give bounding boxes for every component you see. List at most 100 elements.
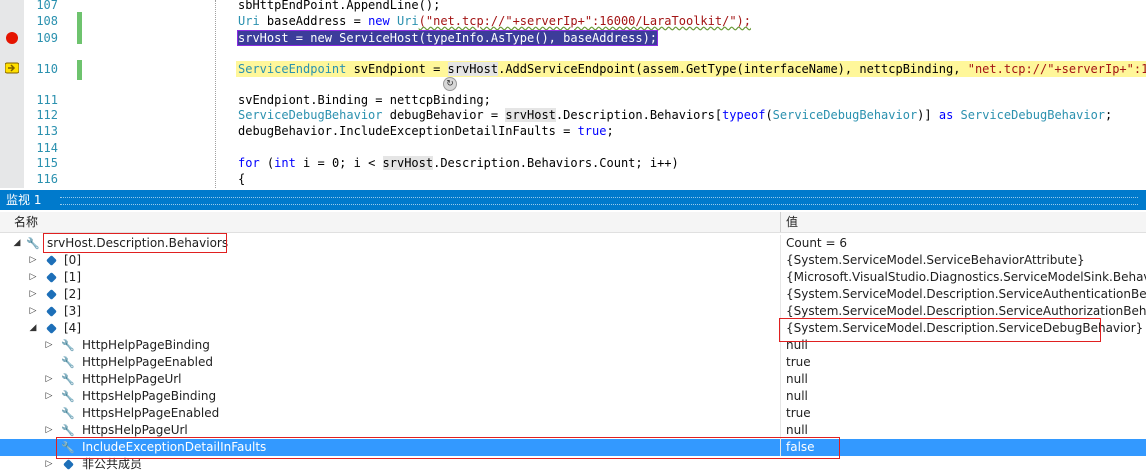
watch-name[interactable]: [1] [64, 269, 81, 286]
code-type: ServiceDebugBehavior [953, 108, 1106, 122]
column-value-header[interactable]: 值 [786, 212, 798, 232]
watch-row[interactable]: ▷ 🔧 HttpHelpPageUrl null [0, 371, 1146, 388]
code-editor[interactable]: 107 108 109 110 111 112 113 114 115 116 … [0, 0, 1146, 188]
column-divider [780, 303, 781, 320]
watch-title-bar[interactable]: 监视 1 [0, 190, 1146, 210]
expand-toggle-icon[interactable]: ▷ [28, 286, 38, 303]
code-text: .Description.Behaviors.Count; i++) [433, 156, 679, 170]
selected-reference[interactable]: srvHost [238, 31, 289, 45]
watch-name[interactable]: HttpsHelpPageUrl [82, 422, 188, 439]
watch-row[interactable]: ▷ [1] {Microsoft.VisualStudio.Diagnostic… [0, 269, 1146, 286]
collapse-toggle-icon[interactable]: ◢ [28, 320, 38, 337]
expand-toggle-icon[interactable]: ▷ [44, 456, 54, 473]
column-divider [780, 337, 781, 354]
code-type: Uri [238, 14, 260, 28]
code-text: svEndpiont.Binding = nettcpBinding; [238, 93, 491, 107]
watch-row[interactable]: ▷ [2] {System.ServiceModel.Description.S… [0, 286, 1146, 303]
expand-toggle-icon[interactable]: ▷ [28, 269, 38, 286]
wrench-icon: 🔧 [61, 339, 75, 352]
reference-highlight[interactable]: srvHost [505, 108, 556, 122]
watch-row[interactable]: ▷ 非公共成员 [0, 456, 1146, 473]
code-text: ( [765, 108, 773, 122]
breakpoint-margin[interactable] [0, 0, 24, 188]
column-divider [780, 405, 781, 422]
watch-name[interactable]: [3] [64, 303, 81, 320]
column-divider [780, 371, 781, 388]
code-text: debugBehavior = [382, 108, 506, 122]
watch-value[interactable]: false [786, 439, 815, 456]
watch-name[interactable]: HttpsHelpPageBinding [82, 388, 216, 405]
watch-value[interactable]: true [786, 354, 811, 371]
watch-name[interactable]: IncludeExceptionDetailInFaults [82, 439, 266, 456]
watch-value[interactable]: null [786, 371, 808, 388]
watch-value[interactable]: null [786, 388, 808, 405]
watch-value[interactable]: {System.ServiceModel.ServiceBehaviorAttr… [786, 252, 1085, 269]
watch-value[interactable]: true [786, 405, 811, 422]
code-keyword: true [577, 124, 607, 138]
watch-row[interactable]: ▷ [0] {System.ServiceModel.ServiceBehavi… [0, 252, 1146, 269]
datatip-pin-icon[interactable]: ↻ [443, 77, 457, 91]
expand-toggle-icon[interactable]: ▷ [28, 252, 38, 269]
watch-value[interactable]: {System.ServiceModel.Description.Service… [786, 286, 1146, 303]
code-line: Uri baseAddress = new Uri("net.tcp://"+s… [238, 13, 751, 29]
line-number: 115 [36, 156, 58, 170]
code-keyword: for [238, 156, 260, 170]
watch-row[interactable]: ▷ 🔧 HttpsHelpPageBinding null [0, 388, 1146, 405]
watch-value[interactable]: null [786, 337, 808, 354]
cube-icon [44, 322, 58, 335]
watch-name[interactable]: [0] [64, 252, 81, 269]
column-divider [780, 252, 781, 269]
code-text: { [238, 172, 246, 186]
watch-value[interactable]: {System.ServiceModel.Description.Service… [786, 303, 1146, 320]
watch-row[interactable]: ▷ 🔧 HttpHelpPageBinding null [0, 337, 1146, 354]
watch-name[interactable]: [2] [64, 286, 81, 303]
code-text: ( [259, 156, 275, 170]
expand-toggle-icon[interactable]: ▷ [44, 371, 54, 388]
watch-row[interactable]: 🔧 HttpHelpPageEnabled true [0, 354, 1146, 371]
watch-row-selected[interactable]: 🔧 IncludeExceptionDetailInFaults false [0, 439, 1146, 456]
wrench-icon: 🔧 [61, 390, 75, 403]
reference-highlight[interactable]: srvHost [447, 62, 499, 76]
watch-row[interactable]: ▷ 🔧 HttpsHelpPageUrl null [0, 422, 1146, 439]
collapse-toggle-icon[interactable]: ◢ [12, 235, 22, 252]
watch-name[interactable]: HttpHelpPageEnabled [82, 354, 213, 371]
line-number: 109 [36, 31, 58, 45]
watch-title: 监视 1 [6, 193, 42, 207]
line-number: 108 [36, 14, 58, 28]
column-divider [780, 422, 781, 439]
expand-toggle-icon[interactable]: ▷ [44, 388, 54, 405]
column-divider [780, 354, 781, 371]
watch-window[interactable]: 监视 1 名称 值 ◢ 🔧 srvHost.Description.Behavi… [0, 190, 1146, 474]
watch-name[interactable]: HttpHelpPageUrl [82, 371, 182, 388]
watch-name[interactable]: 非公共成员 [82, 456, 142, 473]
column-name-header[interactable]: 名称 [14, 212, 38, 232]
watch-value[interactable]: null [786, 422, 808, 439]
code-line: srvHost = new ServiceHost(typeInfo.AsTyp… [236, 30, 659, 46]
expand-toggle-icon[interactable]: ▷ [44, 422, 54, 439]
watch-name[interactable]: HttpsHelpPageEnabled [82, 405, 219, 422]
column-resize-handle[interactable] [780, 212, 781, 232]
code-line: { [238, 171, 245, 187]
code-text: ; [606, 124, 614, 138]
cube-icon [61, 458, 75, 471]
watch-row[interactable]: ◢ [4] {System.ServiceModel.Description.S… [0, 320, 1146, 337]
column-divider [780, 439, 781, 456]
breakpoint-icon[interactable] [6, 32, 18, 44]
expand-toggle-icon[interactable]: ▷ [44, 337, 54, 354]
reference-highlight[interactable]: srvHost [382, 156, 434, 170]
cube-icon [44, 254, 58, 267]
watch-row[interactable]: 🔧 HttpsHelpPageEnabled true [0, 405, 1146, 422]
code-text: )] [917, 108, 939, 122]
expand-toggle-icon[interactable]: ▷ [28, 303, 38, 320]
watch-row[interactable]: ◢ 🔧 srvHost.Description.Behaviors Count … [0, 235, 1146, 252]
watch-row[interactable]: ▷ [3] {System.ServiceModel.Description.S… [0, 303, 1146, 320]
watch-value[interactable]: {Microsoft.VisualStudio.Diagnostics.Serv… [786, 269, 1146, 286]
outline-guide [215, 0, 216, 188]
watch-value[interactable]: {System.ServiceModel.Description.Service… [786, 320, 1143, 337]
watch-name[interactable]: srvHost.Description.Behaviors [47, 235, 228, 252]
selected-code: = new ServiceHost(typeInfo.AsType(), bas… [288, 31, 658, 45]
wrench-icon: 🔧 [61, 441, 75, 454]
watch-value[interactable]: Count = 6 [786, 235, 847, 252]
watch-name[interactable]: [4] [64, 320, 81, 337]
watch-name[interactable]: HttpHelpPageBinding [82, 337, 210, 354]
